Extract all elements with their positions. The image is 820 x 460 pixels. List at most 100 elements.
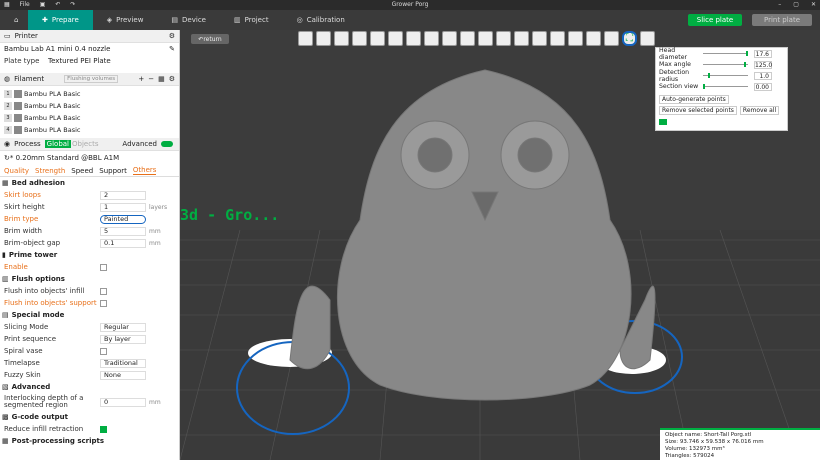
- edit-icon[interactable]: ✎: [169, 45, 175, 53]
- close-icon[interactable]: ✕: [811, 1, 816, 8]
- text-icon[interactable]: [568, 31, 583, 46]
- tab-project[interactable]: ▥ Project: [220, 10, 283, 30]
- split-parts-icon[interactable]: [388, 31, 403, 46]
- advanced-switch[interactable]: [161, 141, 173, 147]
- printer-select[interactable]: Bambu Lab A1 mini 0.4 nozzle ✎: [0, 43, 179, 55]
- lay-on-face-icon[interactable]: [478, 31, 493, 46]
- head-diameter-input[interactable]: 17.6: [754, 49, 772, 58]
- maximize-icon[interactable]: ▢: [793, 1, 799, 8]
- print-plate-button[interactable]: Print plate: [752, 14, 812, 26]
- brim-gap-input[interactable]: 0.1: [100, 238, 146, 248]
- filament-color-swatch[interactable]: [14, 90, 22, 98]
- scale-icon[interactable]: [460, 31, 475, 46]
- return-button[interactable]: ↶ return: [191, 34, 229, 44]
- section-view-input[interactable]: 0.00: [754, 82, 772, 91]
- add-object-icon[interactable]: [298, 31, 313, 46]
- brim-gap-label: Brim-object gap: [4, 239, 61, 247]
- global-toggle[interactable]: Global: [44, 140, 72, 148]
- subtab-others[interactable]: Others: [132, 166, 157, 175]
- interlock-input[interactable]: 0: [100, 397, 146, 407]
- section-view-slider[interactable]: [703, 84, 748, 89]
- flush-support-checkbox[interactable]: [100, 299, 107, 307]
- measure-icon[interactable]: [604, 31, 619, 46]
- subtab-strength[interactable]: Strength: [35, 167, 65, 175]
- flushing-volumes-button[interactable]: Flushing volumes: [64, 75, 119, 83]
- spiral-vase-checkbox[interactable]: [100, 347, 107, 355]
- move-icon[interactable]: [424, 31, 439, 46]
- subtab-quality[interactable]: Quality: [4, 167, 29, 175]
- add-plate-icon[interactable]: [316, 31, 331, 46]
- home-icon[interactable]: ⌂: [0, 10, 28, 30]
- detection-radius-input[interactable]: 1.0: [754, 71, 772, 80]
- minimize-icon[interactable]: –: [778, 1, 781, 8]
- tab-device[interactable]: ▤ Device: [157, 10, 220, 30]
- remove-all-button[interactable]: Remove all: [739, 106, 780, 115]
- subtab-support[interactable]: Support: [99, 167, 127, 175]
- slicing-mode-select[interactable]: Regular: [100, 322, 146, 332]
- fuzzy-skin-select[interactable]: None: [100, 370, 146, 380]
- slice-plate-button[interactable]: Slice plate: [688, 14, 742, 26]
- arrange-icon[interactable]: [352, 31, 367, 46]
- auto-orient-icon[interactable]: [334, 31, 349, 46]
- filament-slot-3[interactable]: 3 Bambu PLA Basic: [0, 112, 90, 124]
- max-angle-slider[interactable]: [703, 62, 748, 67]
- brim-type-select[interactable]: Painted: [100, 214, 146, 224]
- remove-icon[interactable]: −: [148, 75, 154, 83]
- filament-slot-1[interactable]: 1 Bambu PLA Basic: [0, 88, 90, 100]
- slider-thumb[interactable]: [707, 73, 710, 78]
- remove-selected-button[interactable]: Remove selected points: [659, 106, 737, 115]
- filament-color-swatch[interactable]: [14, 114, 22, 122]
- gear-icon[interactable]: ⚙: [169, 32, 175, 40]
- script-icon: ▦: [2, 437, 9, 445]
- settings-icon[interactable]: ⚙: [169, 75, 175, 83]
- plate-type-select[interactable]: Textured PEI Plate: [48, 57, 111, 65]
- timelapse-select[interactable]: Traditional: [100, 358, 146, 368]
- printer-section-header[interactable]: ▭ Printer ⚙: [0, 30, 179, 43]
- auto-generate-button[interactable]: Auto-generate points: [659, 95, 729, 104]
- brim-type-label: Brim type: [4, 215, 39, 223]
- split-objects-icon[interactable]: [370, 31, 385, 46]
- 3d-viewport[interactable]: 3d - Gro... ↶ return ⛶ Head diameter 17.6…: [180, 30, 820, 460]
- subtab-speed[interactable]: Speed: [71, 167, 93, 175]
- reduce-retraction-checkbox[interactable]: [100, 425, 107, 433]
- print-sequence-label: Print sequence: [4, 335, 57, 343]
- mesh-boolean-icon[interactable]: [514, 31, 529, 46]
- head-diameter-slider[interactable]: [703, 51, 748, 56]
- window-title: Grower Porg: [391, 1, 429, 8]
- skirt-loops-label: Skirt loops: [4, 191, 41, 199]
- filament-slot-4[interactable]: 4 Bambu PLA Basic: [0, 124, 90, 136]
- rotate-icon[interactable]: [442, 31, 457, 46]
- skirt-loops-input[interactable]: 2: [100, 190, 146, 200]
- object-triangles: Triangles: 579024: [665, 453, 715, 459]
- objects-toggle[interactable]: Objects: [72, 140, 98, 148]
- sync-icon[interactable]: ▦: [158, 75, 165, 83]
- brim-ears-panel: Head diameter 17.6 Max angle 125.0 Detecti…: [655, 47, 788, 131]
- support-paint-icon[interactable]: [532, 31, 547, 46]
- slider-thumb[interactable]: [743, 62, 746, 67]
- variable-layer-icon[interactable]: [406, 31, 421, 46]
- filament-color-swatch[interactable]: [14, 102, 22, 110]
- process-profile-select[interactable]: ↻ * 0.20mm Standard @BBL A1M: [0, 151, 179, 165]
- print-sequence-select[interactable]: By layer: [100, 334, 146, 344]
- tab-preview[interactable]: ◈ Preview: [93, 10, 158, 30]
- filament-color-swatch[interactable]: [14, 126, 22, 134]
- enable-checkbox[interactable]: [100, 263, 107, 271]
- cut-icon[interactable]: [496, 31, 511, 46]
- tab-prepare[interactable]: ✚ Prepare: [28, 10, 93, 30]
- assembly-icon[interactable]: [640, 31, 655, 46]
- slider-thumb[interactable]: [745, 51, 748, 56]
- add-icon[interactable]: +: [138, 75, 144, 83]
- skirt-height-input[interactable]: 1: [100, 202, 146, 212]
- brim-ears-icon[interactable]: ⛶: [622, 31, 637, 46]
- brim-width-input[interactable]: 5: [100, 226, 146, 236]
- tab-calibration[interactable]: ◎ Calibration: [283, 10, 359, 30]
- color-paint-icon[interactable]: [586, 31, 601, 46]
- flush-infill-checkbox[interactable]: [100, 287, 107, 295]
- filament-slot-2[interactable]: 2 Bambu PLA Basic: [0, 100, 90, 112]
- max-angle-input[interactable]: 125.0: [754, 60, 772, 69]
- slider-thumb[interactable]: [703, 84, 705, 89]
- seam-paint-icon[interactable]: [550, 31, 565, 46]
- detection-radius-slider[interactable]: [703, 73, 748, 78]
- keyboard-help-icon[interactable]: [659, 118, 667, 125]
- brim-width-unit: mm: [149, 227, 161, 235]
